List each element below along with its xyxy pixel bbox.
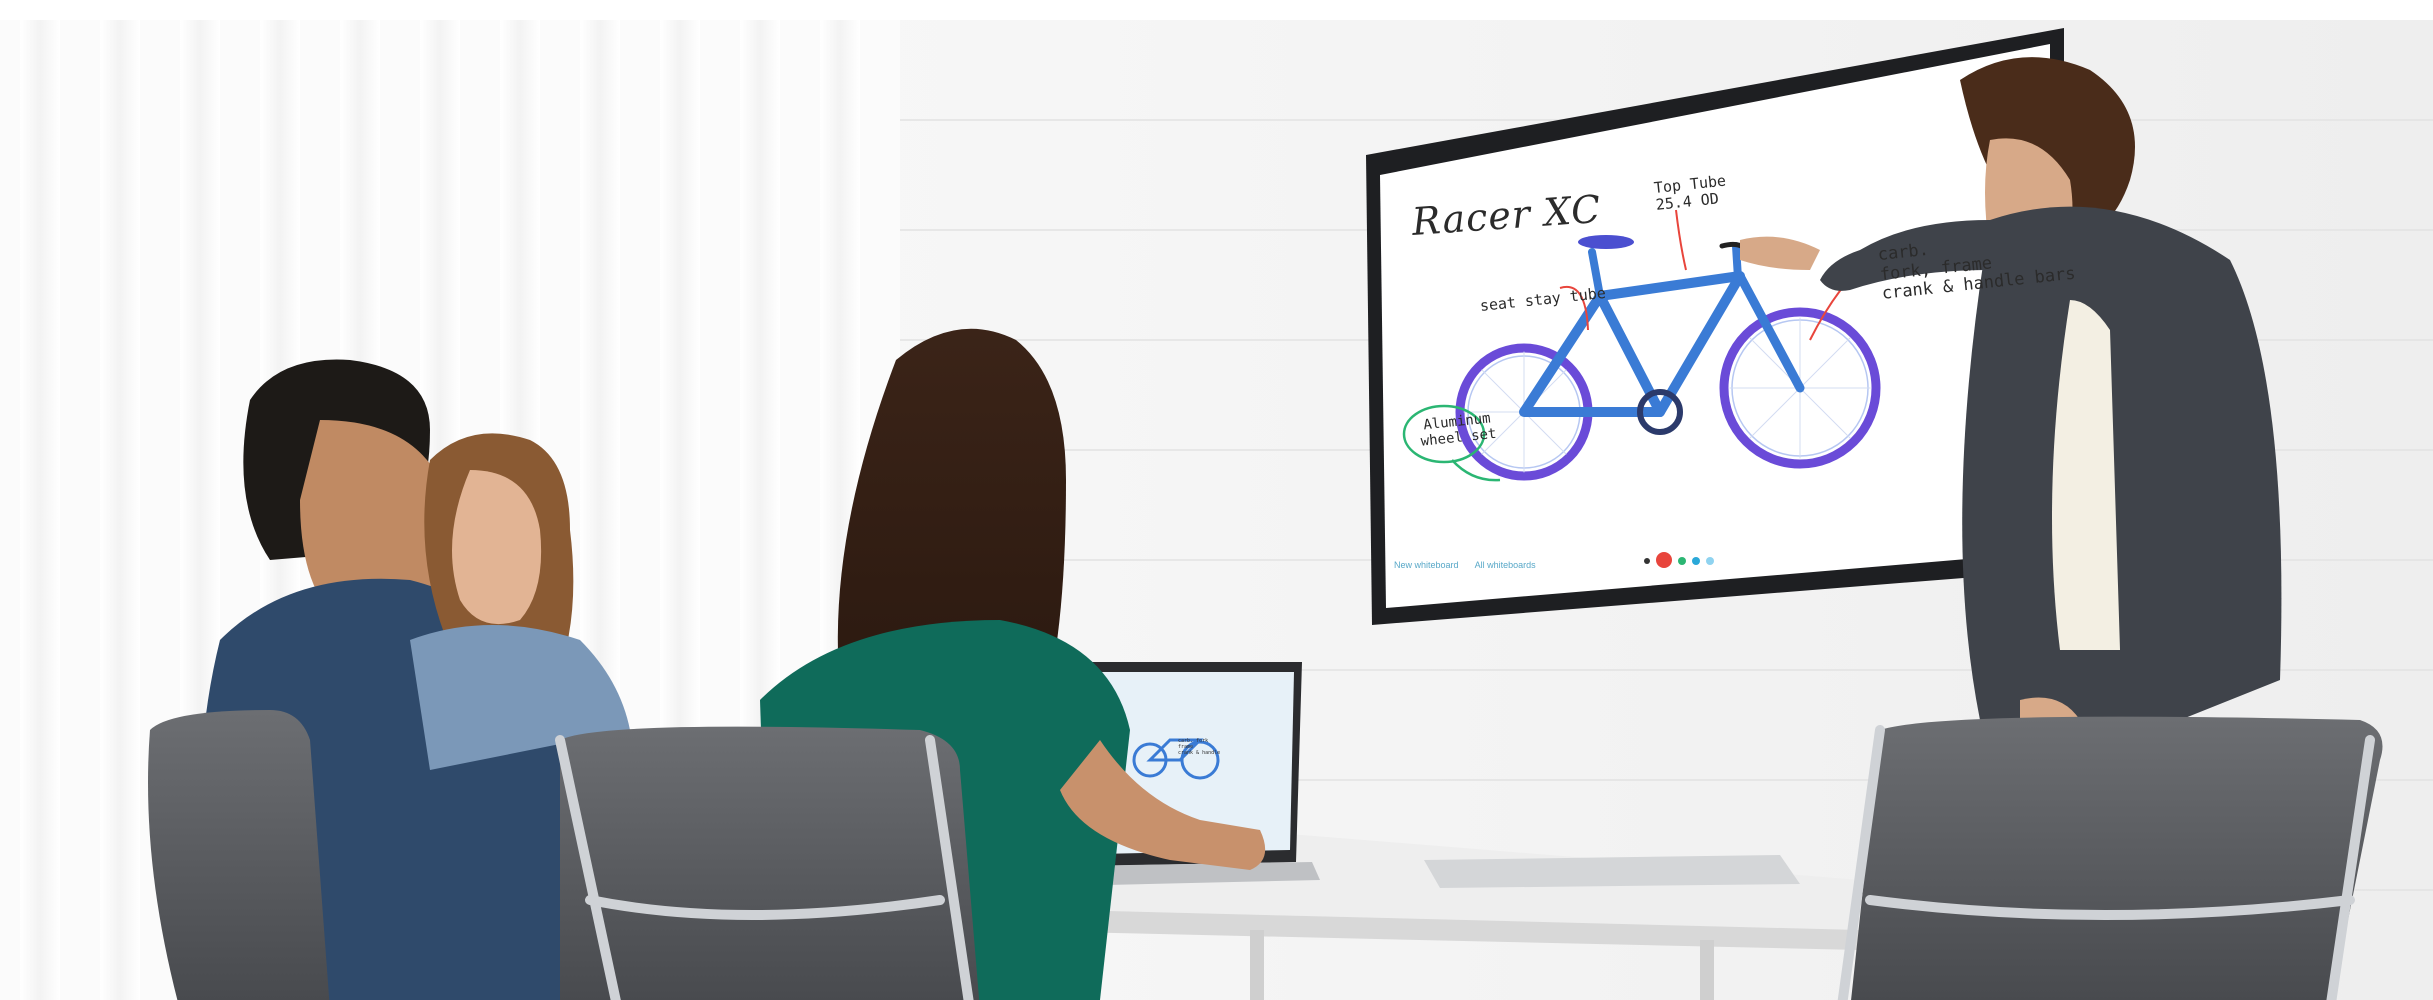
- color-dot-red[interactable]: [1656, 552, 1672, 568]
- meeting-room-scene: Racer XC Top Tube 25.4 OD seat stay tube…: [0, 0, 2433, 1000]
- color-dot-green[interactable]: [1678, 557, 1686, 565]
- laptop-note-line-3: crank & handle: [1178, 750, 1221, 756]
- whiteboard-footer: New whiteboard All whiteboards: [1394, 560, 1550, 570]
- scene-illustration: [0, 20, 2433, 1000]
- all-whiteboards-link[interactable]: All whiteboards: [1475, 560, 1536, 570]
- color-dot-blue[interactable]: [1692, 557, 1700, 565]
- color-dot-black[interactable]: [1644, 558, 1650, 564]
- new-whiteboard-link[interactable]: New whiteboard: [1394, 560, 1459, 570]
- color-dot-light-blue[interactable]: [1706, 557, 1714, 565]
- laptop-screen-note: carb. fork frame crank & handle: [1178, 738, 1220, 756]
